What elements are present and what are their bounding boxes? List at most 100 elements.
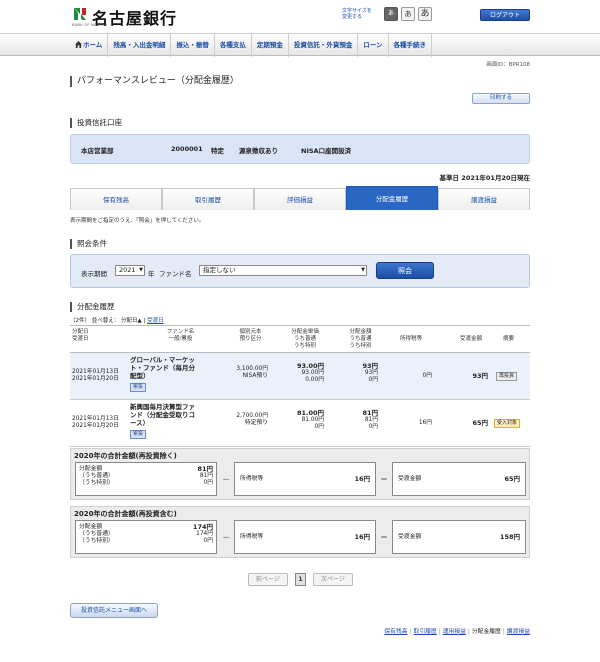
next-page-button[interactable]: 次ページ (313, 573, 353, 586)
header-unit-price: 分配金単価 うち普通 うち特別 (280, 329, 330, 350)
table-row: 2021年01月13日 2021年01月20日 グローバル・マーケッ ト・ファン… (70, 353, 530, 400)
font-size-label: 文字サイズを 変更する (342, 8, 372, 20)
fund-name-line: 配型） (130, 372, 150, 380)
footer-separator: | (409, 629, 412, 635)
bank-logo-icon (72, 6, 88, 22)
condition-heading: 照会条件 (70, 239, 107, 249)
unit-normal-value: 81.00円 (301, 417, 324, 423)
header-line: うち普通 (293, 336, 316, 342)
kind-badge: 累投 (130, 383, 147, 392)
header-line: 分配金額 (349, 329, 372, 335)
prev-page-button[interactable]: 前ページ (248, 573, 288, 586)
nav-item-investment[interactable]: 投資信託・外貨預金 (289, 34, 359, 57)
tab-holdings[interactable]: 保有残高 (70, 188, 162, 210)
nav-item-time-deposit[interactable]: 定期預金 (252, 34, 289, 57)
total-recv-label: 受渡金額 (398, 476, 422, 482)
total-title: 2020年の合計金額(再投資除く) (74, 452, 177, 460)
total-special-value: 0円 (203, 538, 214, 544)
amount-special-value: 0円 (368, 424, 379, 430)
row-fund-name: グローバル・マーケッ ト・ファンド（毎月分 配型） (130, 356, 225, 380)
total-labels: 分配金額 （うち普通） （うち特別） (79, 524, 114, 545)
deposit-type: NISA預り (242, 373, 268, 379)
year-select[interactable]: 2021 ▼ (115, 265, 145, 276)
year-unit: 年 (148, 270, 155, 278)
nav-item-loan[interactable]: ローン (358, 34, 389, 57)
account-nisa: NISA口座開設済 (301, 147, 352, 155)
distribution-table: 分配日 受渡日 ファンド名 一般/累投 個別元本 預り区分 分配金単価 うち普通… (70, 325, 530, 447)
fund-label: ファンド名 (159, 270, 192, 278)
nav-item-home[interactable]: ホーム (70, 34, 109, 57)
font-size-medium-button[interactable]: あ (401, 7, 415, 21)
header-line: 一般/累投 (168, 336, 193, 342)
result-count: （2件） (70, 318, 90, 324)
total-tax-value: 16円 (354, 533, 370, 541)
total-title: 2020年の合計金額(再投資含む) (74, 510, 177, 518)
nav-item-balance[interactable]: 残高・入出金明細 (108, 34, 172, 57)
year-select-value: 2021 (119, 266, 136, 274)
row-tax: 0円 (422, 373, 433, 379)
footer-link-transfer-gain[interactable]: 譲渡損益 (507, 629, 530, 635)
tab-distribution-history[interactable]: 分配金履歴 (346, 186, 438, 210)
total-dist-label: 分配金額 (79, 524, 103, 530)
base-date: 基準日 2021年01月20日現在 (439, 174, 530, 182)
header-fund: ファンド名 一般/累投 (148, 329, 213, 343)
footer-separator: | (467, 629, 470, 635)
total-normal-label: （うち普通） (79, 473, 114, 479)
total-received-box: 受渡金額 158円 (392, 520, 526, 554)
row-dist-date: 2021年01月13日 (72, 369, 119, 375)
principal-value: 2,700.00円 (236, 413, 268, 419)
total-normal-value: 81円 (199, 473, 213, 479)
footer-link-holdings[interactable]: 保有残高 (384, 629, 407, 635)
logout-button[interactable]: ログアウト (480, 9, 530, 21)
history-heading: 分配金履歴 (70, 302, 115, 312)
total-labels: 分配金額 （うち普通） （うち特別） (79, 466, 114, 487)
row-dates: 2021年01月13日 2021年01月20日 (72, 369, 119, 383)
tab-transfer-gain[interactable]: 譲渡損益 (438, 188, 530, 210)
tab-bar: 保有残高 取引履歴 評価損益 分配金履歴 譲渡損益 (70, 186, 530, 210)
header-summary: 摘要 (503, 336, 515, 342)
header-line: 分配金単価 (291, 329, 319, 335)
row-received: 93円 (472, 372, 488, 380)
nav-item-payment[interactable]: 各種支払 (215, 34, 252, 57)
account-number: 2000001 (171, 145, 203, 153)
total-tax-box: 所得税等 16円 (234, 462, 376, 496)
font-size-large-button[interactable]: あ (418, 7, 432, 21)
nav-item-procedures[interactable]: 各種手続き (389, 34, 432, 57)
fund-name-line: グローバル・マーケッ (130, 356, 195, 364)
account-branch: 本店営業部 (81, 147, 114, 155)
total-special-label: （うち特別） (79, 480, 114, 486)
chevron-down-icon: ▼ (139, 267, 143, 273)
nav-item-transfer[interactable]: 振込・振替 (171, 34, 215, 57)
search-button[interactable]: 照会 (376, 262, 434, 279)
footer-link-performance[interactable]: 運用損益 (443, 629, 466, 635)
font-size-label-line2: 変更する (342, 14, 363, 20)
back-to-investment-menu-button[interactable]: 投資信託メニュー画面へ (70, 603, 158, 618)
fund-name-line: ト・ファンド（毎月分 (130, 364, 195, 372)
sort-line: （2件） 並べ替え： 分配日▲ | 受渡日 (70, 316, 164, 324)
tab-transactions[interactable]: 取引履歴 (162, 188, 254, 210)
total-tax-label: 所得税等 (240, 534, 264, 540)
table-header: 分配日 受渡日 ファンド名 一般/累投 個別元本 預り区分 分配金単価 うち普通… (70, 325, 530, 353)
print-button[interactable]: 印刷する (472, 93, 530, 104)
footer-separator: | (438, 629, 441, 635)
total-special-label: （うち特別） (79, 538, 114, 544)
total-block-excl-reinvest: 2020年の合計金額(再投資除く) 分配金額 （うち普通） （うち特別） 81円… (70, 448, 530, 500)
footer-link-transactions[interactable]: 取引履歴 (414, 629, 437, 635)
tab-valuation[interactable]: 評価損益 (254, 188, 346, 210)
header-line: うち普通 (349, 336, 372, 342)
row-summary-badge: 受入対象 (494, 419, 521, 428)
footer-current-distribution: 分配金履歴 (471, 629, 501, 635)
total-recv-label: 受渡金額 (398, 534, 422, 540)
sort-by-delivery-date[interactable]: 受渡日 (147, 318, 164, 324)
fund-select-value: 指定しない (203, 266, 236, 274)
kind-badge: 累投 (130, 430, 147, 439)
amount-normal-value: 81円 (364, 417, 378, 423)
global-nav-items: ホーム 残高・入出金明細 振込・振替 各種支払 定期預金 投資信託・外貨預金 ロ… (70, 34, 432, 57)
fund-select[interactable]: 指定しない ▼ (199, 265, 367, 276)
header-tax: 所得税等 (400, 336, 423, 342)
total-tax-label: 所得税等 (240, 476, 264, 482)
font-size-small-button[interactable]: あ (384, 7, 398, 21)
page-number-current[interactable]: 1 (295, 573, 306, 586)
deposit-type: 特定預り (244, 420, 268, 426)
equals-sign: ＝ (380, 533, 388, 542)
